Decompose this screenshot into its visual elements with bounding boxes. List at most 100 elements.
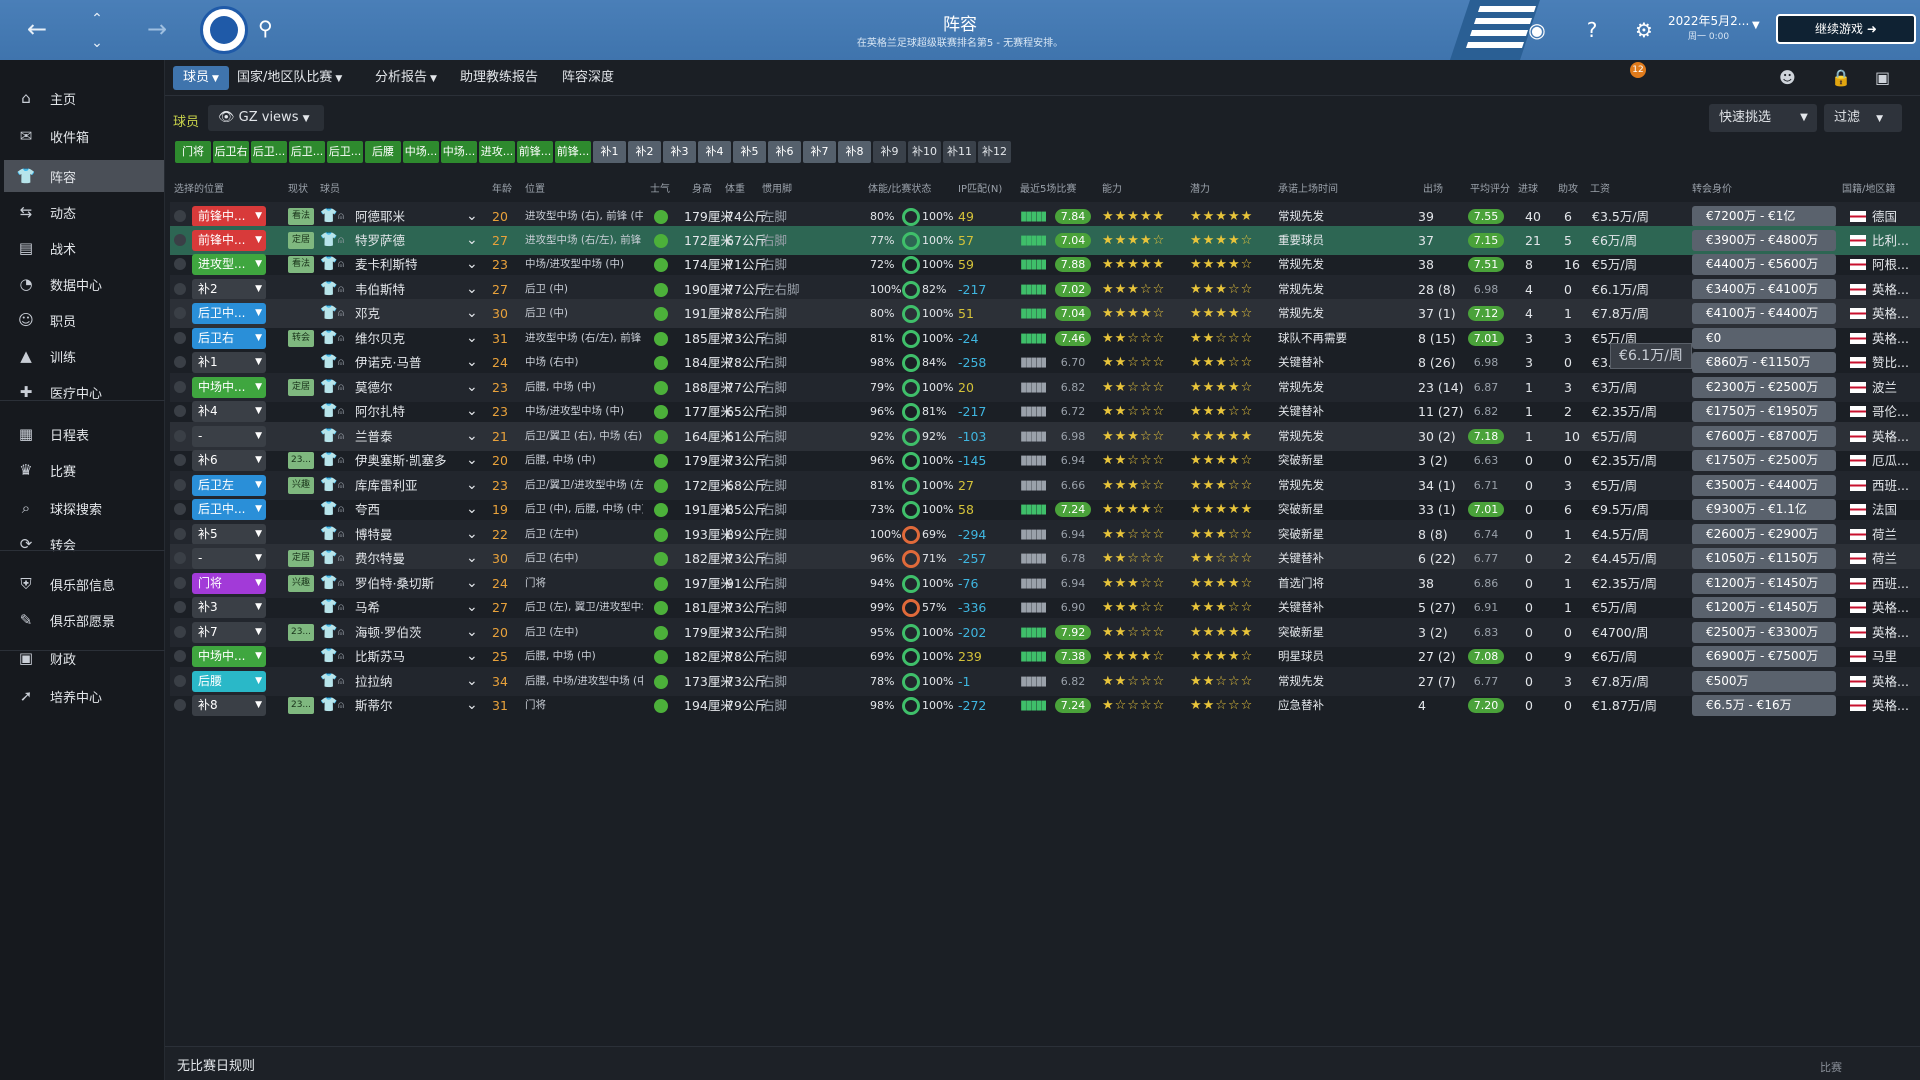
select-checkbox[interactable]: [174, 503, 186, 515]
sidebar-item-training[interactable]: ▲ 训练: [4, 340, 164, 372]
select-checkbox[interactable]: [174, 210, 186, 222]
column-header[interactable]: 出场: [1423, 180, 1443, 195]
tab-reports[interactable]: 分析报告 ▼: [365, 66, 447, 90]
transfer-value[interactable]: €3900万 - €4800万: [1692, 230, 1836, 251]
sidebar-item-inbox[interactable]: ✉ 收件箱: [4, 120, 164, 152]
position-chip[interactable]: 补11: [943, 141, 976, 163]
continue-button[interactable]: 继续游戏 ➜: [1776, 14, 1916, 44]
game-date[interactable]: 2022年5月2... 周一 0:00: [1668, 12, 1749, 42]
sidebar-item-trophy[interactable]: ♛ 比赛: [4, 454, 164, 486]
column-header[interactable]: 最近5场比赛: [1020, 180, 1076, 195]
column-header[interactable]: 能力: [1102, 180, 1122, 195]
player-name[interactable]: 斯蒂尔: [355, 691, 393, 720]
position-select[interactable]: 后腰 ▼: [192, 671, 266, 692]
position-chip[interactable]: 补1: [593, 141, 626, 163]
column-header[interactable]: 位置: [525, 180, 545, 195]
position-chip[interactable]: 补7: [803, 141, 836, 163]
select-checkbox[interactable]: [174, 356, 186, 368]
position-chip[interactable]: 补4: [698, 141, 731, 163]
column-header[interactable]: 士气: [650, 180, 670, 195]
brain-icon[interactable]: ◉: [1523, 16, 1551, 44]
transfer-value[interactable]: €2600万 - €2900万: [1692, 524, 1836, 545]
select-checkbox[interactable]: [174, 307, 186, 319]
sidebar-item-data[interactable]: ◔ 数据中心: [4, 268, 164, 300]
position-chip[interactable]: 进攻...: [479, 141, 515, 163]
column-header[interactable]: 承诺上场时间: [1278, 180, 1338, 195]
transfer-value[interactable]: €7600万 - €8700万: [1692, 426, 1836, 447]
view-select[interactable]: 👁 GZ views ▼: [208, 105, 324, 131]
position-select[interactable]: 补8 ▼: [192, 695, 266, 716]
sidebar-item-shield[interactable]: ⛨ 俱乐部信息: [4, 568, 164, 600]
row-dropdown-icon[interactable]: ⌄: [466, 691, 478, 720]
position-chip[interactable]: 后卫...: [327, 141, 363, 163]
position-chip[interactable]: 补9: [873, 141, 906, 163]
sidebar-item-search[interactable]: ⌕ 球探搜索: [4, 492, 164, 524]
position-select[interactable]: 补2 ▼: [192, 279, 266, 300]
position-chip[interactable]: 前锋...: [555, 141, 591, 163]
sidebar-item-vision[interactable]: ✎ 俱乐部愿景: [4, 604, 164, 636]
settings-gear-icon[interactable]: ⚙: [1630, 16, 1658, 44]
position-chip[interactable]: 后卫...: [251, 141, 287, 163]
transfer-value[interactable]: €1750万 - €1950万: [1692, 401, 1836, 422]
transfer-value[interactable]: €500万: [1692, 671, 1836, 692]
position-chip[interactable]: 后腰: [365, 141, 401, 163]
column-header[interactable]: 体重: [725, 180, 745, 195]
select-checkbox[interactable]: [174, 577, 186, 589]
column-header[interactable]: 身高: [692, 180, 712, 195]
sidebar-item-dynamics[interactable]: ⇆ 动态: [4, 196, 164, 228]
position-select[interactable]: 前锋中... ▼: [192, 230, 266, 251]
column-header[interactable]: 潜力: [1190, 180, 1210, 195]
position-chip[interactable]: 中场...: [441, 141, 477, 163]
sidebar-item-tactics[interactable]: ▤ 战术: [4, 232, 164, 264]
transfer-value[interactable]: €6.5万 - €16万: [1692, 695, 1836, 716]
position-select[interactable]: 补6 ▼: [192, 450, 266, 471]
sidebar-item-home[interactable]: ⌂ 主页: [4, 82, 164, 114]
position-select[interactable]: 补1 ▼: [192, 352, 266, 373]
select-checkbox[interactable]: [174, 479, 186, 491]
column-header[interactable]: 年龄: [492, 180, 512, 195]
position-select[interactable]: 补5 ▼: [192, 524, 266, 545]
transfer-value[interactable]: €3500万 - €4400万: [1692, 475, 1836, 496]
position-chip[interactable]: 补2: [628, 141, 661, 163]
transfer-value[interactable]: €4400万 - €5600万: [1692, 254, 1836, 275]
position-select[interactable]: 后卫中... ▼: [192, 303, 266, 324]
select-checkbox[interactable]: [174, 430, 186, 442]
help-icon[interactable]: ?: [1578, 16, 1606, 44]
transfer-value[interactable]: €1200万 - €1450万: [1692, 573, 1836, 594]
sidebar-item-transfer[interactable]: ⟳ 转会: [4, 528, 164, 560]
date-dropdown-icon[interactable]: ▼: [1752, 20, 1760, 31]
position-select[interactable]: 后卫中... ▼: [192, 499, 266, 520]
sidebar-item-calendar[interactable]: ▦ 日程表: [4, 418, 164, 450]
column-header[interactable]: 现状: [288, 180, 308, 195]
people-icon[interactable]: ☻: [1779, 68, 1796, 87]
select-checkbox[interactable]: [174, 454, 186, 466]
position-chip[interactable]: 补5: [733, 141, 766, 163]
tab-depth[interactable]: 阵容深度: [552, 66, 624, 90]
transfer-value[interactable]: €1050万 - €1150万: [1692, 548, 1836, 569]
column-header[interactable]: 球员: [320, 180, 340, 195]
sidebar-item-finance[interactable]: ▣ 财政: [4, 642, 164, 674]
position-chip[interactable]: 补3: [663, 141, 696, 163]
transfer-value[interactable]: €9300万 - €1.1亿: [1692, 499, 1836, 520]
select-checkbox[interactable]: [174, 258, 186, 270]
screen-icon[interactable]: ▣: [1875, 68, 1890, 87]
position-select[interactable]: 补3 ▼: [192, 597, 266, 618]
position-chip[interactable]: 前锋...: [517, 141, 553, 163]
transfer-value[interactable]: €1200万 - €1450万: [1692, 597, 1836, 618]
position-select[interactable]: 补4 ▼: [192, 401, 266, 422]
position-chip[interactable]: 补10: [908, 141, 941, 163]
select-checkbox[interactable]: [174, 650, 186, 662]
position-select[interactable]: 中场中... ▼: [192, 377, 266, 398]
position-select[interactable]: 中场中... ▼: [192, 646, 266, 667]
tab-international[interactable]: 国家/地区队比赛 ▼: [227, 66, 352, 90]
transfer-value[interactable]: €4100万 - €4400万: [1692, 303, 1836, 324]
select-checkbox[interactable]: [174, 381, 186, 393]
column-header[interactable]: 进球: [1518, 180, 1538, 195]
table-row[interactable]: 补8 ▼ 23... 👕 ⍝ 斯蒂尔 ⌄ 31 门将 194厘米 79公斤 右脚 98% 100% -272…: [170, 691, 1920, 720]
position-select[interactable]: 进攻型... ▼: [192, 254, 266, 275]
position-select[interactable]: 后卫左 ▼: [192, 475, 266, 496]
transfer-value[interactable]: €2500万 - €3300万: [1692, 622, 1836, 643]
select-checkbox[interactable]: [174, 528, 186, 540]
column-header[interactable]: 工资: [1590, 180, 1610, 195]
position-select[interactable]: 后卫右 ▼: [192, 328, 266, 349]
